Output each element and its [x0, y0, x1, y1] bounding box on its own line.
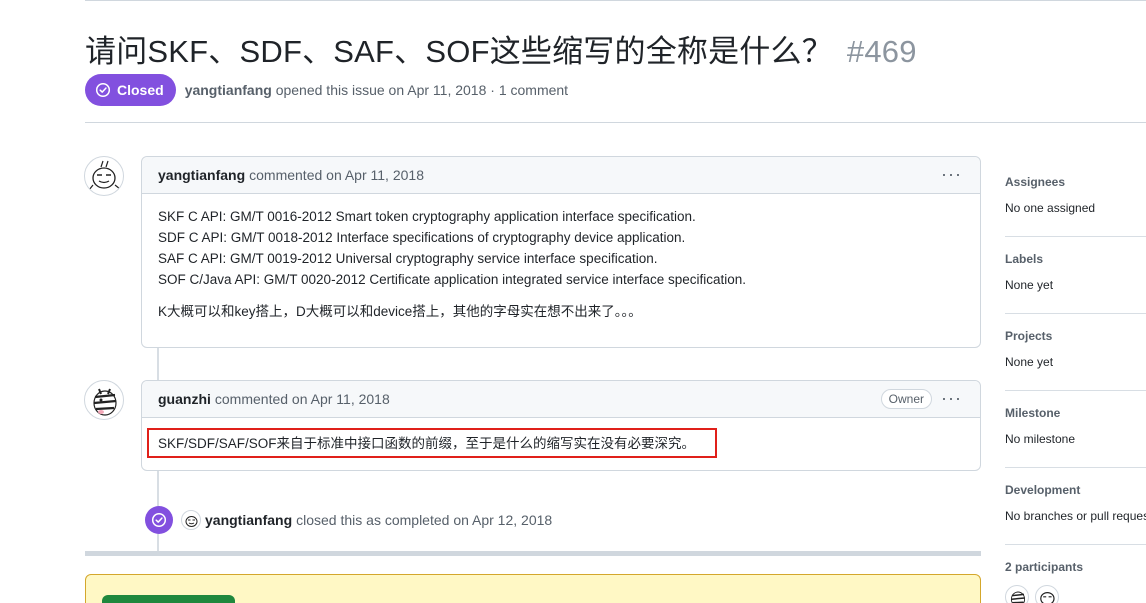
sidebar-title[interactable]: Development	[1005, 483, 1080, 497]
sidebar-value: None yet	[1005, 355, 1054, 369]
comment-body: SKF C API: GM/T 0016-2012 Smart token cr…	[142, 194, 980, 336]
zebra-avatar	[1010, 591, 1026, 603]
sidebar-title[interactable]: Milestone	[1005, 406, 1060, 420]
issue-sidebar: Assignees No one assigned Labels None ye…	[1005, 160, 1146, 603]
issue-author-link[interactable]: yangtianfang	[185, 82, 272, 98]
zebra-avatar	[93, 388, 117, 416]
event-actor-avatar[interactable]	[181, 510, 201, 530]
comment-timestamp[interactable]: commented on Apr 11, 2018	[215, 391, 390, 407]
participant-avatars	[1005, 585, 1059, 603]
timeline-connector	[157, 348, 159, 381]
participant-avatar[interactable]	[1005, 585, 1029, 603]
top-divider	[85, 0, 1146, 1]
issue-opened-text: opened this issue on Apr 11, 2018 · 1 co…	[275, 82, 569, 98]
timeline-end-rule	[85, 551, 981, 556]
comment-header: guanzhi commented on Apr 11, 2018 Owner …	[142, 381, 980, 418]
sidebar-value: No branches or pull requests	[1005, 509, 1146, 523]
check-circle-icon	[145, 506, 173, 534]
issue-title-text: 请问SKF、SDF、SAF、SOF这些缩写的全称是什么？	[85, 34, 833, 69]
header-divider	[85, 122, 1146, 123]
comment-timestamp[interactable]: commented on Apr 11, 2018	[249, 167, 424, 183]
event-text: closed this as completed on Apr 12, 2018	[296, 512, 553, 528]
sidebar-projects: Projects None yet	[1005, 314, 1146, 391]
event-actor[interactable]: yangtianfang	[205, 512, 292, 528]
avatar-guanzhi[interactable]	[84, 380, 124, 420]
highlight-box	[147, 428, 717, 458]
rage-face-avatar	[1040, 592, 1055, 603]
comment-author[interactable]: yangtianfang	[158, 167, 245, 183]
sidebar-labels: Labels None yet	[1005, 237, 1146, 314]
comment-author[interactable]: guanzhi	[158, 391, 211, 407]
green-action-button[interactable]	[102, 595, 235, 603]
comment-line: SOF C/Java API: GM/T 0020-2012 Certifica…	[158, 272, 747, 287]
sidebar-value: No milestone	[1005, 432, 1076, 446]
closed-event: yangtianfang closed this as completed on…	[145, 506, 552, 534]
issue-meta: Closed yangtianfang opened this issue on…	[85, 74, 568, 106]
avatar-yangtianfang[interactable]	[84, 156, 124, 196]
check-circle-glyph	[151, 512, 167, 528]
kebab-menu-icon[interactable]: ···	[941, 389, 962, 407]
comment-header: yangtianfang commented on Apr 11, 2018 ·…	[142, 157, 980, 194]
owner-badge: Owner	[880, 389, 932, 409]
sidebar-milestone: Milestone No milestone	[1005, 391, 1146, 468]
comment-line: SAF C API: GM/T 0019-2012 Universal cryp…	[158, 251, 658, 266]
kebab-menu-icon[interactable]: ···	[941, 165, 962, 183]
comment-card: yangtianfang commented on Apr 11, 2018 ·…	[141, 156, 981, 348]
sidebar-title[interactable]: Projects	[1005, 329, 1052, 343]
status-label: Closed	[117, 82, 164, 98]
comment-line: SDF C API: GM/T 0018-2012 Interface spec…	[158, 230, 686, 245]
comment-note: K大概可以和key搭上，D大概可以和device搭上，其他的字母实在想不出来了。…	[158, 304, 642, 319]
participant-avatar[interactable]	[1035, 585, 1059, 603]
issue-title: 请问SKF、SDF、SAF、SOF这些缩写的全称是什么？ #469	[85, 26, 917, 71]
comment-line: SKF C API: GM/T 0016-2012 Smart token cr…	[158, 209, 696, 224]
sidebar-title[interactable]: Labels	[1005, 252, 1043, 266]
sidebar-assignees: Assignees No one assigned	[1005, 160, 1146, 237]
sidebar-title[interactable]: Assignees	[1005, 175, 1065, 189]
sidebar-value: None yet	[1005, 278, 1054, 292]
check-circle-icon	[95, 82, 111, 98]
sidebar-development: Development No branches or pull requests	[1005, 468, 1146, 545]
issue-number: #469	[846, 34, 917, 69]
sidebar-value: No one assigned	[1005, 201, 1096, 215]
sidebar-title: 2 participants	[1005, 560, 1084, 574]
rage-face-avatar	[88, 160, 121, 191]
rage-face-avatar	[185, 516, 198, 527]
issue-meta-text: yangtianfang opened this issue on Apr 11…	[185, 82, 568, 98]
status-badge: Closed	[85, 74, 176, 106]
